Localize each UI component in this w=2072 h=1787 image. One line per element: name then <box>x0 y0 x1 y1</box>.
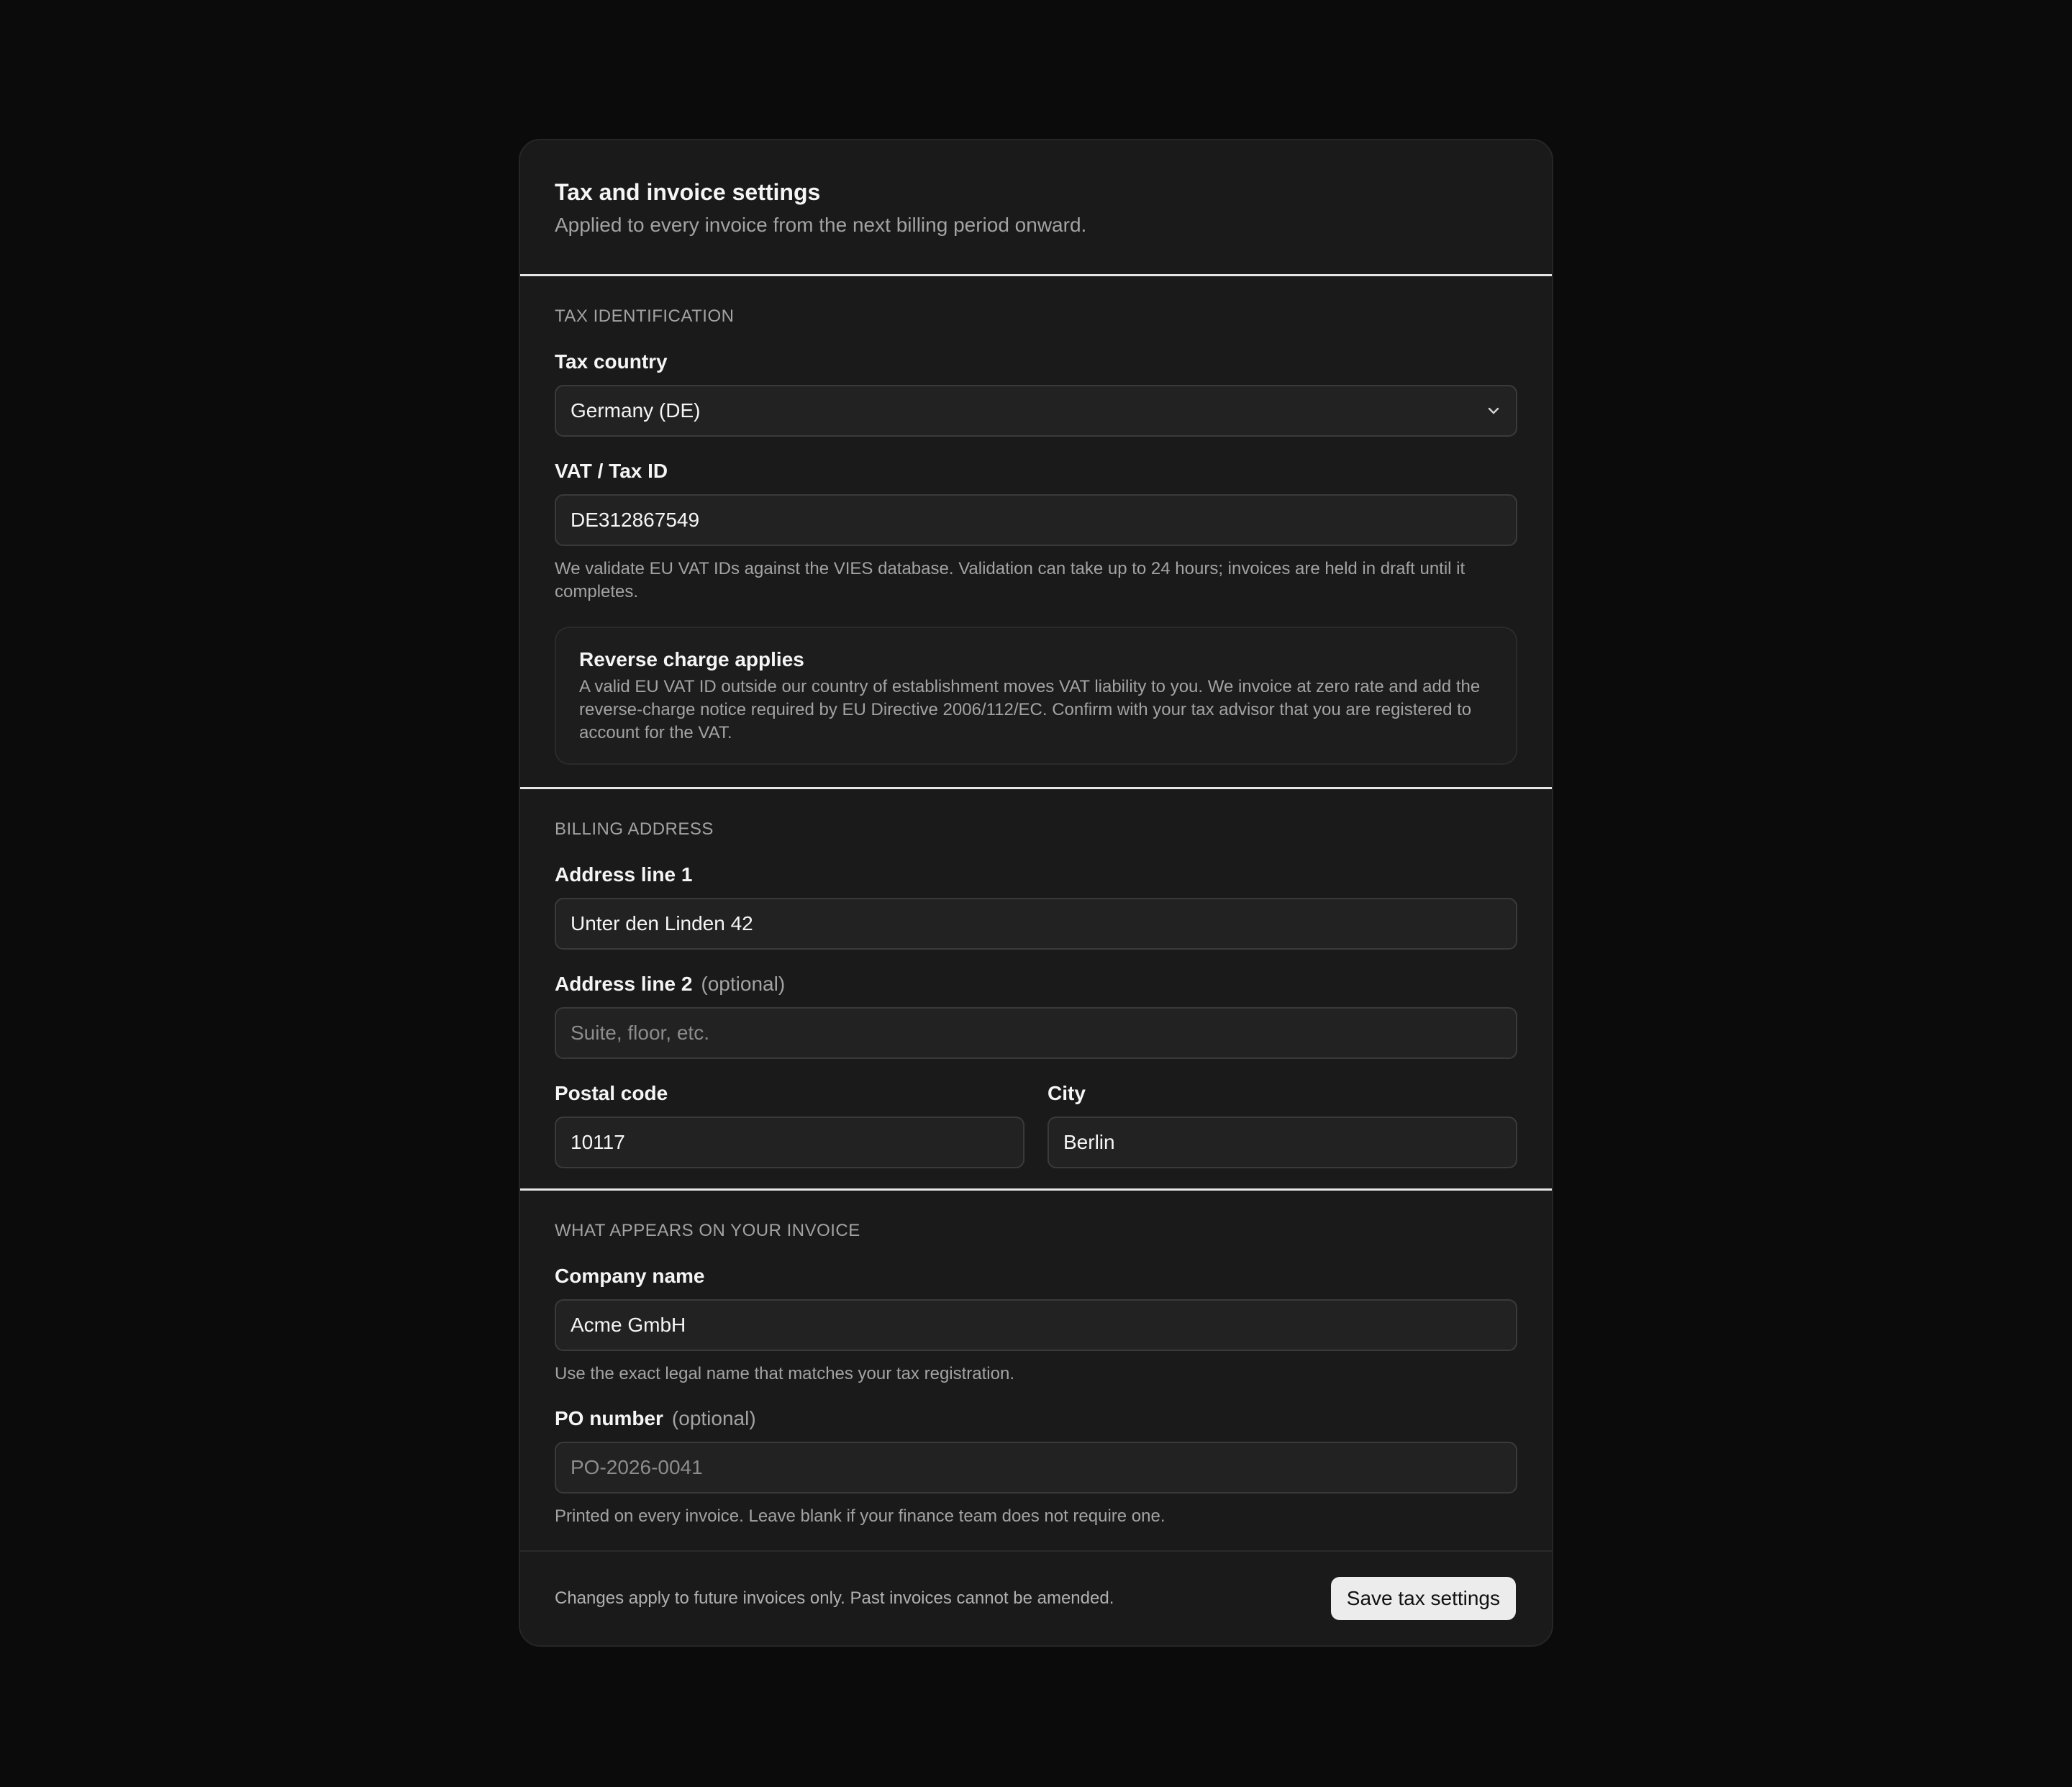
address-line-2-label: Address line 2 (optional) <box>555 971 1517 997</box>
city-group: City <box>1048 1081 1517 1168</box>
billing-address-section: BILLING ADDRESS Address line 1 Address l… <box>520 789 1552 1188</box>
tax-settings-card: Tax and invoice settings Applied to ever… <box>519 139 1553 1647</box>
vat-id-field[interactable] <box>555 494 1517 546</box>
vat-id-label: VAT / Tax ID <box>555 460 668 482</box>
postal-city-row: Postal code City <box>555 1081 1517 1168</box>
section-title-invoice-display: WHAT APPEARS ON YOUR INVOICE <box>555 1221 860 1240</box>
postal-code-input[interactable] <box>571 1131 1009 1154</box>
reverse-charge-callout: Reverse charge applies A valid EU VAT ID… <box>555 627 1517 765</box>
postal-code-group: Postal code <box>555 1081 1024 1168</box>
postal-code-field[interactable] <box>555 1117 1024 1168</box>
section-title-tax-identification: TAX IDENTIFICATION <box>555 306 735 326</box>
po-number-input[interactable] <box>571 1456 1501 1479</box>
city-label: City <box>1048 1082 1086 1104</box>
address-line-1-input[interactable] <box>571 912 1501 935</box>
address-line-2-label-text: Address line 2 <box>555 973 693 995</box>
po-number-field[interactable] <box>555 1442 1517 1493</box>
po-number-label-text: PO number <box>555 1407 663 1429</box>
address-line-2-input[interactable] <box>571 1022 1501 1045</box>
city-input[interactable] <box>1063 1131 1501 1154</box>
po-number-label: PO number (optional) <box>555 1406 1517 1432</box>
section-title-billing-address: BILLING ADDRESS <box>555 819 714 839</box>
po-number-help: Printed on every invoice. Leave blank if… <box>555 1506 1166 1526</box>
company-name-help: Use the exact legal name that matches yo… <box>555 1364 1014 1383</box>
optional-tag: (optional) <box>701 973 786 995</box>
address-line-2-field[interactable] <box>555 1007 1517 1059</box>
optional-tag: (optional) <box>671 1407 756 1429</box>
card-footer: Changes apply to future invoices only. P… <box>520 1550 1552 1645</box>
footer-note: Changes apply to future invoices only. P… <box>555 1588 1114 1608</box>
company-name-field[interactable] <box>555 1299 1517 1351</box>
page-title: Tax and invoice settings <box>555 179 821 205</box>
address-line-1-field[interactable] <box>555 898 1517 950</box>
page-subtitle: Applied to every invoice from the next b… <box>555 214 1087 236</box>
company-name-label: Company name <box>555 1265 705 1287</box>
vat-id-input[interactable] <box>571 509 1501 532</box>
callout-body: A valid EU VAT ID outside our country of… <box>579 677 1481 742</box>
postal-code-label: Postal code <box>555 1082 668 1104</box>
company-name-input[interactable] <box>571 1314 1501 1337</box>
chevron-down-icon <box>1486 403 1501 419</box>
tax-country-select[interactable]: Germany (DE) <box>555 385 1517 437</box>
card-header: Tax and invoice settings Applied to ever… <box>520 140 1552 274</box>
tax-country-label: Tax country <box>555 350 668 373</box>
tax-identification-section: TAX IDENTIFICATION Tax country Germany (… <box>520 276 1552 787</box>
tax-country-value: Germany (DE) <box>571 399 701 422</box>
city-field[interactable] <box>1048 1117 1517 1168</box>
save-tax-settings-button[interactable]: Save tax settings <box>1330 1577 1516 1620</box>
callout-title: Reverse charge applies <box>579 648 804 670</box>
invoice-display-section: WHAT APPEARS ON YOUR INVOICE Company nam… <box>520 1191 1552 1528</box>
address-line-1-label: Address line 1 <box>555 863 693 886</box>
vat-id-help: We validate EU VAT IDs against the VIES … <box>555 559 1466 601</box>
